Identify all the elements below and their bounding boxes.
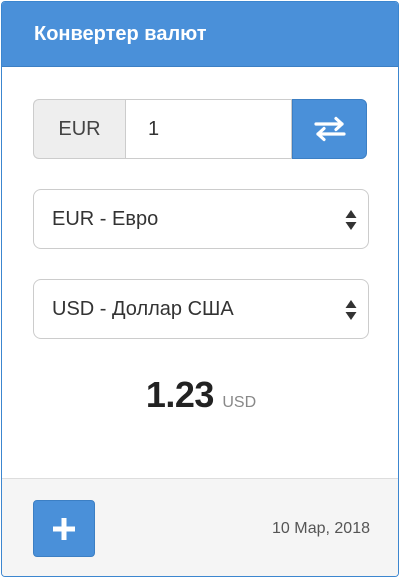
currency-converter-widget: Конвертер валют EUR EUR - Евро USD - Дол… [1,1,399,577]
plus-icon [53,517,75,540]
result-value: 1.23 [145,374,215,415]
swap-button[interactable] [292,99,367,159]
from-currency-select[interactable]: EUR - Евро [33,189,369,249]
to-currency-select[interactable]: USD - Доллар США [33,279,369,339]
widget-title: Конвертер валют [2,2,398,67]
result-unit: USD [222,394,257,411]
rates-date: 10 Мар, 2018 [271,520,370,537]
from-currency-value: EUR - Евро [52,207,159,230]
widget-footer: 10 Мар, 2018 [2,478,398,576]
add-converter-button[interactable] [33,500,95,557]
base-currency-addon: EUR [33,99,125,159]
updown-caret-icon [345,300,357,320]
amount-input[interactable] [125,99,292,159]
conversion-result: 1.23 USD [2,374,398,416]
to-currency-value: USD - Доллар США [52,297,234,320]
swap-arrows-icon [313,116,346,142]
updown-caret-icon [345,210,357,230]
amount-input-group: EUR [33,99,369,159]
